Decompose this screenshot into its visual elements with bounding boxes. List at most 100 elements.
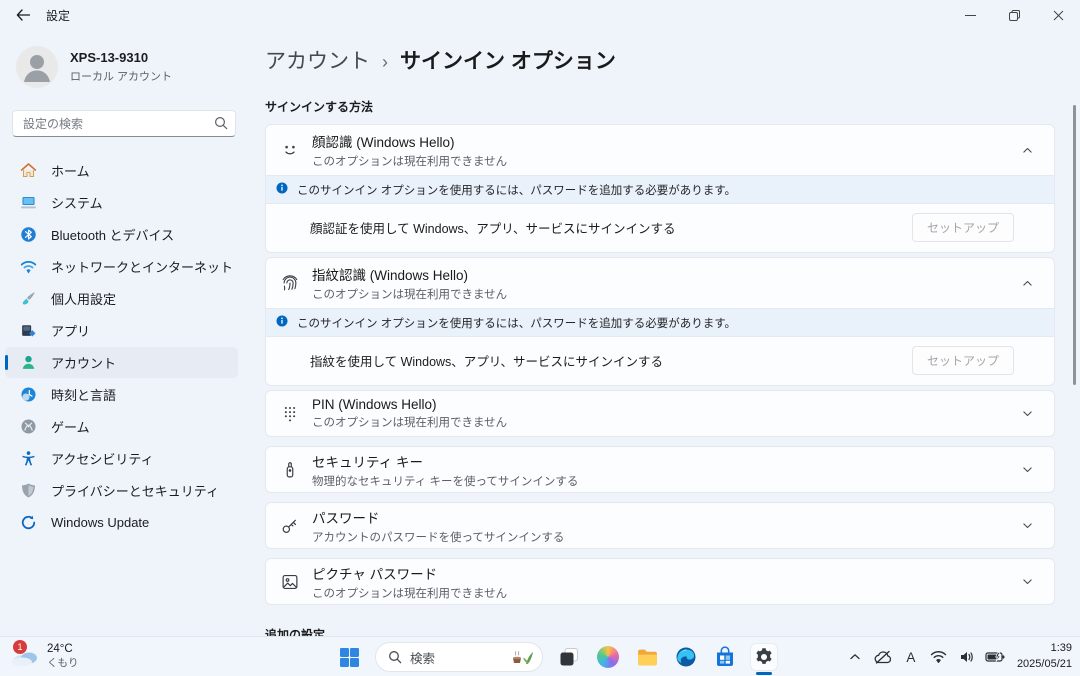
clock-date: 2025/05/21 [1017,657,1072,673]
card-action-row: 指紋を使用して Windows、アプリ、サービスにサインインする セットアップ [266,337,1054,385]
start-button[interactable] [336,644,362,670]
settings-window: 設定 XPS-13-9310 ローカル アカウント [0,0,1080,676]
accounts-icon [19,354,37,372]
card-title: PIN (Windows Hello) [312,397,1014,412]
taskbar-search-label: 検索 [410,648,510,667]
close-button[interactable] [1036,0,1080,30]
search-icon [214,116,228,135]
page-title: サインイン オプション [400,45,616,75]
bluetooth-icon [19,226,37,244]
info-banner: このサインイン オプションを使用するには、パスワードを追加する必要があります。 [266,308,1054,337]
card-header-security-key[interactable]: セキュリティ キー 物理的なセキュリティ キーを使ってサインインする [266,447,1054,492]
chevron-down-icon[interactable] [1014,513,1040,539]
weather-widget[interactable]: 1 24°C くもり [6,640,87,672]
user-profile[interactable]: XPS-13-9310 ローカル アカウント [16,46,248,88]
onedrive-status[interactable] [871,643,895,671]
chevron-up-icon[interactable] [1014,270,1040,296]
copilot-icon [597,646,619,668]
copilot-button[interactable] [595,644,621,670]
info-icon [275,181,289,198]
card-header-face-recognition[interactable]: 顔認識 (Windows Hello) このオプションは現在利用できません [266,125,1054,175]
microsoft-store-icon [714,646,736,668]
scrollbar-thumb[interactable] [1073,105,1076,385]
card-fingerprint: 指紋認識 (Windows Hello) このオプションは現在利用できません こ… [265,257,1055,386]
notification-badge: 1 [13,640,27,654]
sidebar-item-apps[interactable]: アプリ [5,315,238,346]
chevron-up-icon [849,651,861,663]
weather-temperature: 24°C [47,643,79,657]
sidebar-item-bluetooth[interactable]: Bluetooth とデバイス [5,219,238,250]
card-header-password[interactable]: パスワード アカウントのパスワードを使ってサインインする [266,503,1054,548]
apps-icon [19,322,37,340]
taskbar-search[interactable]: 検索 [375,642,543,672]
minimize-button[interactable] [948,0,992,30]
search-input[interactable] [12,110,236,137]
breadcrumb-separator: › [382,52,388,73]
file-explorer-button[interactable] [634,644,660,670]
sidebar-item-time-language[interactable]: 時刻と言語 [5,379,238,410]
card-subtitle: このオプションは現在利用できません [312,585,1014,601]
battery-charging-icon [985,651,1005,663]
sidebar-item-accounts[interactable]: アカウント [5,347,238,378]
chevron-down-icon[interactable] [1014,569,1040,595]
battery-status[interactable] [983,643,1007,671]
card-title: ピクチャ パスワード [312,563,1014,583]
sidebar-item-system[interactable]: システム [5,187,238,218]
card-title: 指紋認識 (Windows Hello) [312,264,1014,284]
windows-update-icon [19,514,37,532]
clock-time: 1:39 [1017,641,1072,657]
settings-gear-icon [753,646,775,668]
sidebar-item-privacy[interactable]: プライバシーとセキュリティ [5,475,238,506]
time-language-icon [19,386,37,404]
hidden-icons-chevron[interactable] [843,643,867,671]
fingerprint-icon [278,271,302,295]
settings-app-button[interactable] [751,644,777,670]
wifi-status[interactable] [927,643,951,671]
chevron-down-icon[interactable] [1014,401,1040,427]
card-header-picture-password[interactable]: ピクチャ パスワード このオプションは現在利用できません [266,559,1054,604]
security-key-icon [278,458,302,482]
taskbar: 1 24°C くもり 検索 [0,636,1080,676]
network-icon [19,258,37,276]
card-header-pin[interactable]: PIN (Windows Hello) このオプションは現在利用できません [266,391,1054,436]
volume-status[interactable] [955,643,979,671]
card-subtitle: 物理的なセキュリティ キーを使ってサインインする [312,473,1014,489]
setup-button-fingerprint[interactable]: セットアップ [912,346,1014,375]
sidebar-item-windows-update[interactable]: Windows Update [5,507,238,538]
task-view-button[interactable] [556,644,582,670]
restore-button[interactable] [992,0,1036,30]
file-explorer-icon [636,646,659,669]
card-picture-password: ピクチャ パスワード このオプションは現在利用できません [265,558,1055,605]
accessibility-icon [19,450,37,468]
privacy-icon [19,482,37,500]
breadcrumb: アカウント › サインイン オプション [265,45,1055,75]
info-icon [275,314,289,331]
breadcrumb-accounts[interactable]: アカウント [265,45,370,75]
taskbar-clock[interactable]: 1:39 2025/05/21 [1017,641,1072,673]
user-name: XPS-13-9310 [70,50,172,65]
sidebar-item-gaming[interactable]: ゲーム [5,411,238,442]
card-title: パスワード [312,507,1014,527]
sidebar-item-accessibility[interactable]: アクセシビリティ [5,443,238,474]
setup-button-face[interactable]: セットアップ [912,213,1014,242]
app-title: 設定 [46,7,70,24]
home-icon [19,162,37,180]
sidebar-item-network[interactable]: ネットワークとインターネット [5,251,238,282]
chevron-down-icon[interactable] [1014,457,1040,483]
search-icon [388,650,402,664]
personalization-icon [19,290,37,308]
edge-button[interactable] [673,644,699,670]
ime-mode-indicator[interactable]: A [899,643,923,671]
back-button[interactable] [6,2,40,28]
section-heading-signin-methods: サインインする方法 [265,98,1055,115]
card-header-fingerprint[interactable]: 指紋認識 (Windows Hello) このオプションは現在利用できません [266,258,1054,308]
microsoft-store-button[interactable] [712,644,738,670]
wifi-icon [930,650,947,664]
sidebar-item-personalization[interactable]: 個人用設定 [5,283,238,314]
chevron-up-icon[interactable] [1014,137,1040,163]
sidebar-item-home[interactable]: ホーム [5,155,238,186]
card-password: パスワード アカウントのパスワードを使ってサインインする [265,502,1055,549]
system-icon [19,194,37,212]
avatar [16,46,58,88]
main-content: アカウント › サインイン オプション サインインする方法 顔認識 (Windo… [265,30,1055,667]
